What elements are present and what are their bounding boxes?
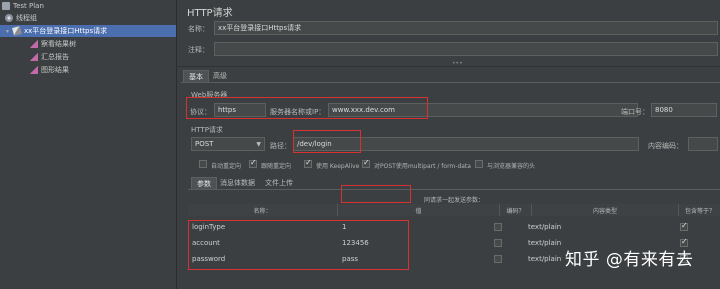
- browser-headers-label: 与浏览器兼容的头: [487, 163, 536, 170]
- tree-item-view-results[interactable]: 察看结果树: [0, 38, 176, 50]
- method-value: POST: [195, 140, 214, 148]
- encode-checkbox[interactable]: [494, 223, 502, 231]
- content-type-cell[interactable]: text/plain: [524, 219, 671, 234]
- listener-icon: [30, 40, 38, 48]
- port-field[interactable]: 8080: [651, 103, 717, 117]
- tree-item-graph-results[interactable]: 图形结果: [0, 64, 176, 76]
- include-equals-checkbox[interactable]: [680, 221, 688, 231]
- column-header-name[interactable]: 名称：: [188, 204, 338, 216]
- highlight-box-caption: [341, 185, 411, 203]
- param-name-cell[interactable]: password: [188, 251, 338, 266]
- multipart-label: 对POST使用multipart / form-data: [374, 163, 471, 170]
- server-label: 服务器名称或IP：: [270, 108, 326, 116]
- listener-icon: [30, 53, 38, 61]
- server-field[interactable]: www.xxx.dev.com: [328, 103, 638, 117]
- param-value-cell[interactable]: 123456: [338, 235, 500, 250]
- chevron-down-icon: ▼: [256, 140, 261, 148]
- listener-icon: [30, 66, 38, 74]
- thread-group-icon: [5, 14, 13, 22]
- keepalive-checkbox[interactable]: [304, 158, 312, 168]
- path-field[interactable]: /dev/login: [293, 137, 639, 151]
- multipart-checkbox[interactable]: [362, 158, 370, 168]
- column-header-value[interactable]: 值: [338, 204, 500, 216]
- name-label: 名称：: [188, 25, 209, 33]
- param-name-cell[interactable]: loginType: [188, 219, 338, 234]
- test-plan-tree: Test Plan 线程组 ▾ xx平台登录接口Https请求 察看结果树 汇总…: [0, 0, 177, 289]
- encode-checkbox[interactable]: [494, 239, 502, 247]
- tree-item-summary-report[interactable]: 汇总报告: [0, 51, 176, 63]
- protocol-field[interactable]: https: [214, 103, 266, 117]
- tree-item-label: 察看结果树: [41, 40, 76, 48]
- path-label: 路径：: [270, 142, 291, 150]
- tab-advanced[interactable]: 高级: [208, 70, 232, 82]
- web-server-section-title: Web服务器: [191, 91, 228, 99]
- encoding-label: 内容编码：: [648, 142, 683, 150]
- tree-item-thread-group[interactable]: 线程组: [0, 12, 176, 24]
- comment-label: 注释：: [188, 46, 209, 54]
- tab-body-data[interactable]: 消息体数据: [215, 177, 260, 189]
- name-field[interactable]: xx平台登录接口Https请求: [214, 21, 718, 35]
- table-caption: 同请求一起发送参数：: [424, 197, 485, 204]
- tab-basic[interactable]: 基本: [183, 70, 209, 82]
- tab-parameters[interactable]: 参数: [191, 177, 217, 189]
- tree-item-test-plan[interactable]: Test Plan: [0, 0, 176, 12]
- http-request-section-title: HTTP请求: [191, 126, 223, 134]
- browser-headers-checkbox[interactable]: [475, 160, 483, 168]
- method-select[interactable]: POST ▼: [191, 137, 265, 151]
- follow-redirect-checkbox[interactable]: [249, 158, 257, 168]
- auto-redirect-label: 自动重定向: [211, 163, 242, 170]
- param-value-cell[interactable]: pass: [338, 251, 500, 266]
- column-header-include-equals[interactable]: 包含等于？: [679, 204, 720, 216]
- tree-item-label: 汇总报告: [41, 53, 69, 61]
- watermark-text: 知乎 @有来有去: [565, 250, 694, 270]
- encoding-field[interactable]: [688, 137, 718, 151]
- param-name-cell[interactable]: account: [188, 235, 338, 250]
- tree-item-http-sampler[interactable]: ▾ xx平台登录接口Https请求: [0, 25, 176, 37]
- param-value-cell[interactable]: 1: [338, 219, 500, 234]
- comment-field[interactable]: [214, 42, 718, 56]
- protocol-label: 协议：: [190, 108, 211, 116]
- tree-item-label: 图形结果: [41, 66, 69, 74]
- column-header-content-type[interactable]: 内容类型: [532, 204, 679, 216]
- test-plan-icon: [2, 2, 10, 10]
- port-label: 端口号：: [621, 108, 649, 116]
- tab-file-upload[interactable]: 文件上传: [260, 177, 298, 189]
- column-header-encode[interactable]: 编码？: [500, 204, 532, 216]
- http-sampler-icon: [12, 26, 22, 36]
- auto-redirect-checkbox[interactable]: [199, 160, 207, 168]
- keepalive-label: 使用 KeepAlive: [316, 163, 360, 170]
- tree-item-label: Test Plan: [13, 2, 44, 10]
- panel-title: HTTP请求: [187, 8, 233, 19]
- tree-item-label: 线程组: [16, 14, 37, 22]
- encode-checkbox[interactable]: [494, 255, 502, 263]
- follow-redirect-label: 跟随重定向: [261, 163, 292, 170]
- tree-item-label: xx平台登录接口Https请求: [24, 27, 108, 35]
